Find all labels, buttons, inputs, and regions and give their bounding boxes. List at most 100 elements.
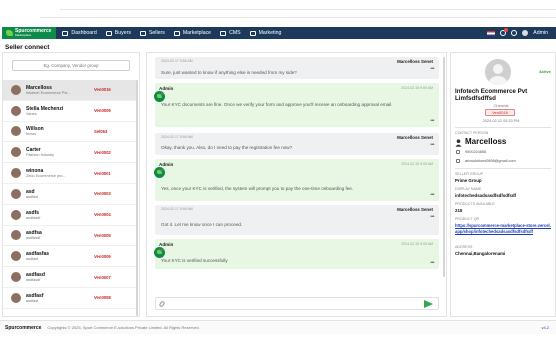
footer-version: v4.2 [541,325,549,330]
message-text: Your KYC documents are fine. Once we ver… [161,102,393,107]
seller-message: 2024-02-17 5:56 AM Marcelloss Senet ••• Got… [155,205,439,235]
message-composer[interactable] [155,297,439,310]
notification-badge [504,28,509,32]
more-options-icon[interactable]: ••• [430,260,434,266]
vendor-avatar [11,105,21,116]
dashboard-icon [62,30,69,36]
admin-message: Admin Me 2024-02-15 9:00 AM ••• Your KYC is … [154,239,439,269]
seller-group-label: SELLER GROUP [455,172,483,176]
admin-message: Admin Me 2024-02-15 9:00 AM ••• Yes, once yo… [154,159,439,201]
vendor-row[interactable]: Carter Fashion Industry Ven0002 [3,142,137,164]
user-label[interactable]: Admin [533,30,548,36]
vendor-company: asdfasf [26,298,39,303]
vendor-row[interactable]: asdfasfas asdfasf Ven0006 [3,246,137,268]
nav-dashboard[interactable]: Dashboard [62,30,97,36]
seller-company-name: Infotech Ecommerce Pvt Limfsdfsdffsd [455,88,528,102]
user-avatar[interactable] [522,30,529,36]
vendor-row[interactable]: Stella Mechenzi Vanes Ven0009 [3,101,137,122]
seller-profile-panel: Active Infotech Ecommerce Pvt Limfsdfsdf… [450,52,556,317]
vendor-code: Ven0009 [94,108,111,114]
message-time: 2024-02-17 5:56 AM [161,135,193,139]
vendor-company: Infotech Ecommerce Pvt... [26,90,71,95]
brand-sub: Marketplace [15,33,32,37]
brand-logo[interactable]: Spurcommerce Marketplace [2,27,57,39]
vendor-code: Ven0005 [94,232,111,238]
decorative-line [60,9,556,10]
more-options-icon[interactable]: ••• [430,66,434,72]
address-label: ADDRESS [455,245,473,249]
vendor-code: Ven0001 [94,170,111,176]
send-icon[interactable] [424,300,433,308]
more-options-icon[interactable]: ••• [430,214,434,220]
nav-buyers[interactable]: Buyers [105,30,131,36]
admin-message: Admin Me 2024-02-15 9:00 AM ••• Your KYC doc… [154,83,439,127]
nav-sellers[interactable]: Sellers [139,30,165,36]
uk-flag-icon[interactable] [487,30,496,36]
settings-icon[interactable] [511,30,518,36]
nav-cms[interactable]: CMS [220,30,241,36]
vendor-avatar [11,84,21,95]
more-options-icon[interactable]: ••• [430,142,434,148]
vendor-code: Ven0002 [94,149,111,155]
vendor-avatar [11,147,21,158]
vendor-row[interactable]: asdfasf asdfasf Ven0008 [3,288,137,309]
phone-icon [456,150,460,154]
buyers-icon [105,30,112,36]
vendor-row[interactable]: Willson brows Sel063 [3,122,137,143]
chat-scrollbar[interactable] [442,57,445,277]
vendor-row[interactable]: asdfs asdfasdf Ven0004 [3,205,137,226]
divider [455,127,551,128]
nav-label: Buyers [114,30,131,36]
nav-label: Marketing [258,30,282,36]
divider [455,168,551,169]
admin-sub: Me [159,92,164,96]
vendor-code: Ven0006 [94,253,111,259]
vendor-search-input[interactable] [12,60,130,71]
sellers-icon [139,30,146,36]
nav-label: CMS [229,30,241,36]
top-navbar: Spurcommerce Marketplace Dashboard Buyer… [2,27,556,39]
admin-sub: Me [159,168,164,172]
person-icon [455,139,462,147]
vendor-row[interactable]: Marcelloss Infotech Ecommerce Pvt... Ven00… [3,80,137,101]
nav-marketplace[interactable]: Marketplace [173,30,211,36]
vendor-company: brows [26,132,37,137]
vendor-company: asdfasdf [26,236,41,241]
footer-copyright: Copyrights © 2025, Spurt Commerce E-solu… [47,325,200,330]
contact-person-label: CONTACT PERSON [455,131,489,135]
admin-name: Admin [159,162,174,167]
status-badge: Active [538,69,551,74]
vendor-company: Zedo Ecommerce pro... [26,174,66,179]
vendor-row[interactable]: asd asdfasf Ven0003 [3,184,137,205]
vendor-company: asdfasf [26,257,39,262]
seller-avatar [485,59,511,85]
message-time: 2024-02-17 5:56 AM [161,207,193,211]
message-sender: Marcelloss Senet [397,59,433,64]
chat-panel: 2024-02-17 5:56 AM Marcelloss Senet ••• Sur… [146,52,447,317]
product-qr-link[interactable]: https://spurcommerce-marketplace-store.v… [455,223,551,234]
seller-message: 2024-02-17 5:56 AM Marcelloss Senet ••• Oka… [155,133,439,155]
decorative-line [40,17,556,18]
admin-name: Admin [159,242,174,247]
vendor-list-scrollbar[interactable] [135,80,138,316]
message-text: Your KYC is verified successfully [161,258,228,263]
vendor-row[interactable]: asdfasd asdfasdf Ven0007 [3,267,137,288]
vendor-avatar [11,292,21,303]
attachment-icon[interactable] [158,300,166,308]
nav-marketing[interactable]: Marketing [249,30,282,36]
notification-icon[interactable] [500,28,509,36]
vendor-code: Ven0003 [94,191,111,197]
marketplace-icon [173,30,180,36]
vendor-code: Ven0016 [94,87,111,93]
vendor-row[interactable]: winona Zedo Ecommerce pro... Ven0001 [3,163,137,184]
vendor-list-panel: MarcellossInfotech Ecommerce Pvt...Ven00… [2,52,140,317]
vendor-company: Fashion Industry [26,153,55,158]
seller-location: Chennai [493,103,509,108]
more-options-icon[interactable]: ••• [430,118,434,124]
vendor-code: Ven0007 [94,274,111,280]
vendor-row[interactable]: asdfsa asdfasdf Ven0005 [3,226,137,247]
vendor-avatar [11,230,21,241]
vendor-avatar [11,251,21,262]
vendor-company: asdfasf [26,194,39,199]
more-options-icon[interactable]: ••• [430,192,434,198]
